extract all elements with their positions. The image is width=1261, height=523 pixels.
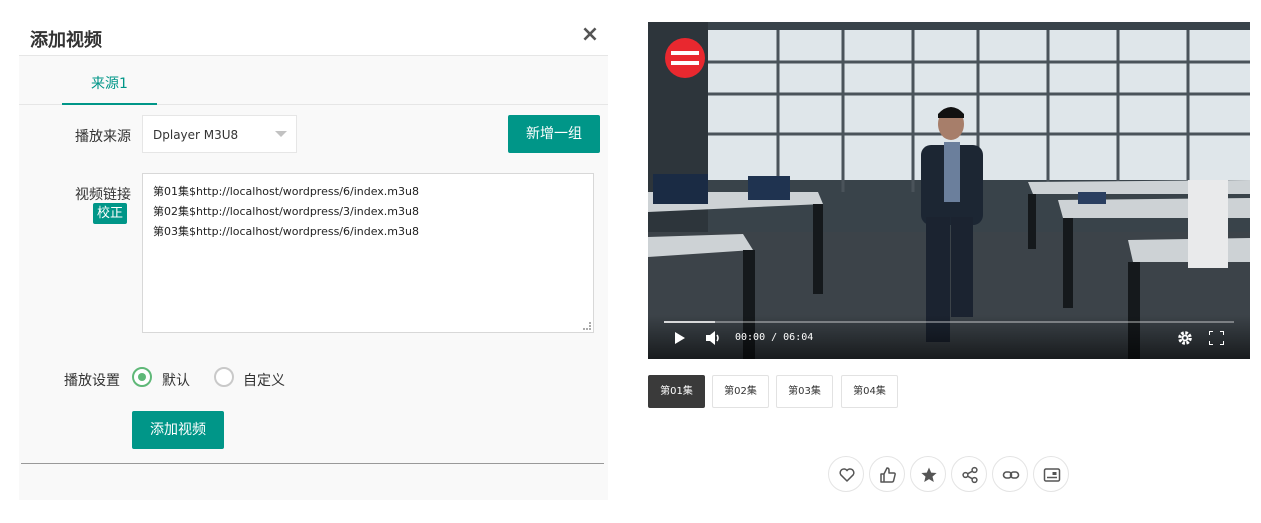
divider (21, 463, 604, 464)
source-select[interactable]: Dplayer M3U8 (142, 115, 297, 153)
radio-custom[interactable] (214, 367, 234, 387)
radio-default[interactable] (132, 367, 152, 387)
close-button[interactable]: × (578, 23, 602, 47)
chevron-down-icon (275, 131, 287, 137)
links-label: 视频链接 (75, 187, 131, 203)
thumbs-up-icon (880, 467, 896, 483)
source-select-value: Dplayer M3U8 (153, 128, 239, 142)
poster-icon (1043, 468, 1061, 482)
video-player[interactable]: 00:00 / 06:04 (648, 22, 1250, 359)
favorite-button[interactable] (910, 456, 946, 492)
submit-video-button[interactable]: 添加视频 (132, 411, 224, 449)
star-icon (921, 467, 937, 482)
progress-buffered (664, 321, 716, 323)
time-display: 00:00 / 06:04 (735, 332, 814, 343)
link-line: 第02集$http://localhost/wordpress/3/index.… (153, 205, 419, 218)
source-label: 播放来源 (75, 129, 131, 145)
dialog-title: 添加视频 (30, 30, 102, 51)
source-tabbar: 来源1 (19, 56, 608, 105)
resize-handle[interactable] (583, 322, 591, 330)
progress-bar[interactable] (664, 321, 1234, 323)
tab-source-1[interactable]: 来源1 (62, 56, 157, 105)
volume-icon[interactable] (706, 331, 721, 345)
episode-button-3[interactable]: 第03集 (776, 375, 833, 408)
fullscreen-icon[interactable] (1209, 331, 1224, 345)
play-icon[interactable] (674, 332, 686, 344)
thumbs-up-button[interactable] (869, 456, 905, 492)
player-controls: 00:00 / 06:04 (648, 315, 1250, 359)
like-button[interactable] (828, 456, 864, 492)
link-line: 第01集$http://localhost/wordpress/6/index.… (153, 185, 419, 198)
episode-button-4[interactable]: 第04集 (841, 375, 898, 408)
copy-link-button[interactable] (992, 456, 1028, 492)
settings-label: 播放设置 (64, 373, 120, 389)
video-frame (648, 22, 1250, 359)
link-icon (1002, 471, 1020, 479)
link-line: 第03集$http://localhost/wordpress/6/index.… (153, 225, 419, 238)
share-icon (962, 466, 978, 484)
radio-default-label: 默认 (162, 373, 190, 389)
gear-icon[interactable] (1177, 330, 1193, 346)
add-video-dialog: 添加视频 × 来源1 播放来源 Dplayer M3U8 新增一组 视频链接 校… (19, 17, 608, 500)
add-group-button[interactable]: 新增一组 (508, 115, 600, 153)
heart-icon (839, 468, 855, 482)
share-button[interactable] (951, 456, 987, 492)
fix-links-button[interactable]: 校正 (93, 203, 127, 224)
links-textarea[interactable]: 第01集$http://localhost/wordpress/6/index.… (142, 173, 594, 333)
radio-custom-label: 自定义 (243, 373, 285, 389)
episode-button-1[interactable]: 第01集 (648, 375, 705, 408)
episode-button-2[interactable]: 第02集 (712, 375, 769, 408)
dialog-header: 添加视频 × (19, 17, 608, 56)
poster-button[interactable] (1033, 456, 1069, 492)
